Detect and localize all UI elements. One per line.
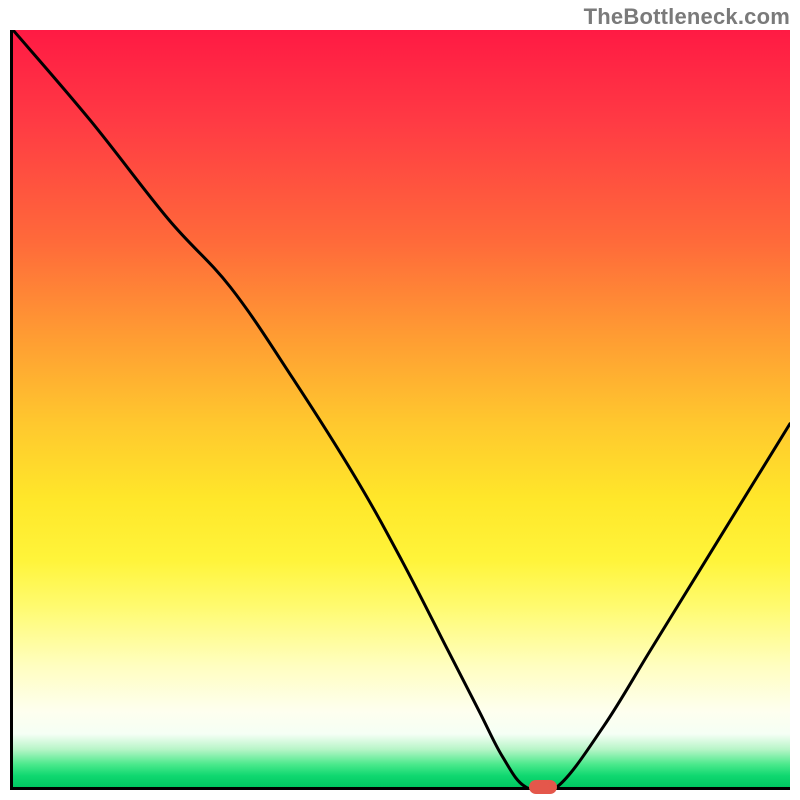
- minimum-marker: [529, 780, 557, 794]
- curve-line: [13, 30, 790, 787]
- watermark-text: TheBottleneck.com: [584, 4, 790, 30]
- chart-container: TheBottleneck.com: [0, 0, 800, 800]
- plot-area: [10, 30, 790, 790]
